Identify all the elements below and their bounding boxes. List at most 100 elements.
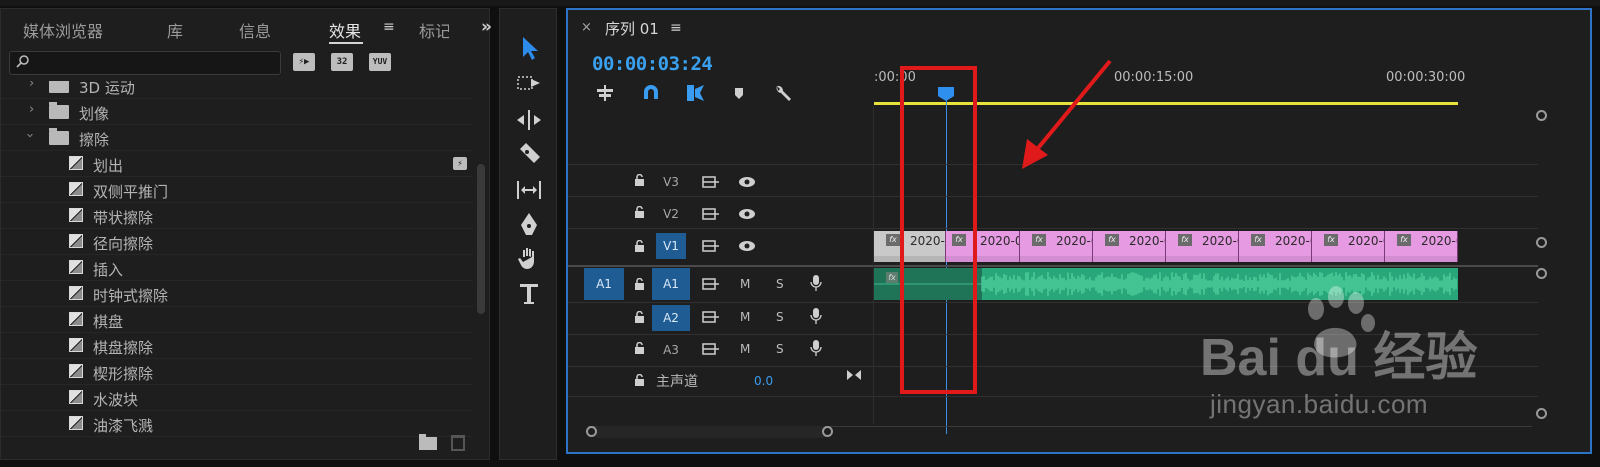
video-clip[interactable]: fx 2020-0 [1020, 231, 1093, 262]
tree-effect-item[interactable]: 水波块 [1, 385, 473, 411]
lock-icon[interactable] [634, 174, 645, 186]
slip-tool-icon[interactable] [514, 175, 544, 205]
effects-search-input[interactable] [9, 51, 281, 75]
tab-overflow-icon[interactable]: » [481, 17, 492, 37]
clip-name: 2020-0 [1056, 234, 1092, 248]
sequence-tab-title[interactable]: 序列 01 [605, 18, 659, 39]
track-a2-label[interactable]: A2 [652, 305, 690, 331]
lock-icon[interactable] [634, 278, 645, 290]
eye-icon[interactable] [738, 176, 756, 188]
tree-effect-item[interactable]: 径向擦除 [1, 229, 473, 255]
mute-button[interactable]: M [740, 342, 750, 356]
track-v1-label[interactable]: V1 [656, 233, 686, 259]
snap-magnet-icon[interactable] [640, 83, 662, 103]
hand-tool-icon[interactable] [514, 243, 544, 273]
tree-effect-item[interactable]: 双侧平推门 [1, 177, 473, 203]
trash-icon[interactable] [451, 435, 465, 451]
track-v2-label[interactable]: V2 [656, 201, 686, 227]
video-clip[interactable]: fx 2020-0 [1093, 231, 1166, 262]
nest-sequence-icon[interactable] [594, 83, 616, 103]
tree-effect-item[interactable]: 棋盘 [1, 307, 473, 333]
video-zoom-handle[interactable] [1536, 110, 1547, 121]
close-icon[interactable]: × [581, 20, 592, 35]
solo-button[interactable]: S [776, 310, 784, 324]
track-select-tool-icon[interactable] [514, 69, 544, 99]
yuv-effects-icon[interactable]: YUV [369, 53, 391, 71]
track-a3-label[interactable]: A3 [656, 337, 686, 363]
tab-libraries[interactable]: 库 [167, 18, 183, 42]
video-zoom-handle[interactable] [1536, 237, 1547, 248]
type-tool-icon[interactable] [514, 279, 544, 309]
video-clip[interactable]: fx 2020-0 [1239, 231, 1312, 262]
video-clip[interactable]: fx 2020-0 [1312, 231, 1385, 262]
tab-info[interactable]: 信息 [239, 18, 271, 42]
solo-button[interactable]: S [776, 342, 784, 356]
chevron-down-icon[interactable]: › [22, 133, 37, 138]
sync-lock-icon[interactable] [702, 311, 720, 323]
track-divider [568, 196, 1538, 197]
sync-lock-icon[interactable] [702, 278, 720, 290]
track-v3-label[interactable]: V3 [656, 169, 686, 195]
track-a1-label[interactable]: A1 [652, 268, 690, 300]
audio-zoom-handle[interactable] [1536, 268, 1547, 279]
mute-button[interactable]: M [740, 310, 750, 324]
tab-effects[interactable]: 效果 [329, 18, 361, 42]
tree-folder-wipe[interactable]: › 擦除 [1, 125, 473, 151]
tree-folder-3d-motion[interactable]: › 3D 运动 [1, 81, 473, 99]
tree-effect-item[interactable]: 划出 ⚡ [1, 151, 473, 177]
sync-lock-icon[interactable] [702, 240, 720, 252]
video-clip[interactable]: fx 2020-0 [1385, 231, 1458, 262]
lock-icon[interactable] [634, 206, 645, 218]
eye-icon[interactable] [738, 240, 756, 252]
pen-tool-icon[interactable] [514, 209, 544, 239]
linked-selection-icon[interactable] [684, 83, 706, 103]
tree-effect-item[interactable]: 棋盘擦除 [1, 333, 473, 359]
panel-menu-icon[interactable]: ≡ [383, 19, 395, 35]
tree-effect-item[interactable]: 插入 [1, 255, 473, 281]
sync-lock-icon[interactable] [702, 208, 720, 220]
zoom-handle-right[interactable] [822, 426, 833, 437]
effects-list-scrollbar[interactable] [477, 164, 485, 314]
add-marker-icon[interactable] [728, 83, 750, 103]
tab-media-browser[interactable]: 媒体浏览器 [23, 18, 103, 42]
sync-lock-icon[interactable] [702, 176, 720, 188]
lock-icon[interactable] [634, 342, 645, 354]
tree-folder-iris[interactable]: › 划像 [1, 99, 473, 125]
fx-badge: fx [1324, 234, 1338, 246]
tree-effect-item[interactable]: 油漆飞溅 [1, 411, 473, 437]
mute-button[interactable]: M [740, 277, 750, 291]
lock-icon[interactable] [634, 311, 645, 323]
chevron-right-icon[interactable]: › [29, 102, 34, 117]
video-clip[interactable]: fx 2020-0 [1166, 231, 1239, 262]
playhead-timecode[interactable]: 00:00:03:24 [592, 53, 713, 75]
tree-effect-item[interactable]: 时钟式擦除 [1, 281, 473, 307]
32bit-color-icon[interactable]: 32 [331, 53, 353, 71]
master-volume-value[interactable]: 0.0 [754, 374, 773, 388]
transition-icon [69, 390, 83, 404]
microphone-icon[interactable] [810, 339, 822, 357]
accelerated-effects-icon[interactable]: ⚡▶ [293, 53, 315, 71]
tree-effect-item[interactable]: 带状擦除 [1, 203, 473, 229]
tree-effect-item[interactable]: 楔形擦除 [1, 359, 473, 385]
audio-zoom-handle[interactable] [1536, 408, 1547, 419]
horizontal-zoom-scrollbar[interactable] [592, 426, 828, 438]
source-patch-a1[interactable]: A1 [584, 268, 624, 300]
microphone-icon[interactable] [810, 274, 822, 292]
eye-icon[interactable] [738, 208, 756, 220]
tab-markers[interactable]: 标记 [419, 18, 449, 42]
solo-button[interactable]: S [776, 277, 784, 291]
master-collapse-icon[interactable] [846, 368, 862, 382]
razor-tool-icon[interactable] [514, 139, 544, 169]
ripple-edit-tool-icon[interactable] [514, 105, 544, 135]
microphone-icon[interactable] [810, 307, 822, 325]
sequence-menu-icon[interactable]: ≡ [670, 20, 682, 36]
transition-icon [69, 364, 83, 378]
chevron-right-icon[interactable]: › [29, 81, 34, 91]
zoom-handle-left[interactable] [586, 426, 597, 437]
lock-icon[interactable] [634, 240, 645, 252]
selection-tool-icon[interactable] [514, 33, 544, 63]
lock-icon[interactable] [634, 374, 645, 386]
wrench-settings-icon[interactable] [772, 83, 794, 103]
new-bin-icon[interactable] [419, 434, 437, 450]
sync-lock-icon[interactable] [702, 343, 720, 355]
